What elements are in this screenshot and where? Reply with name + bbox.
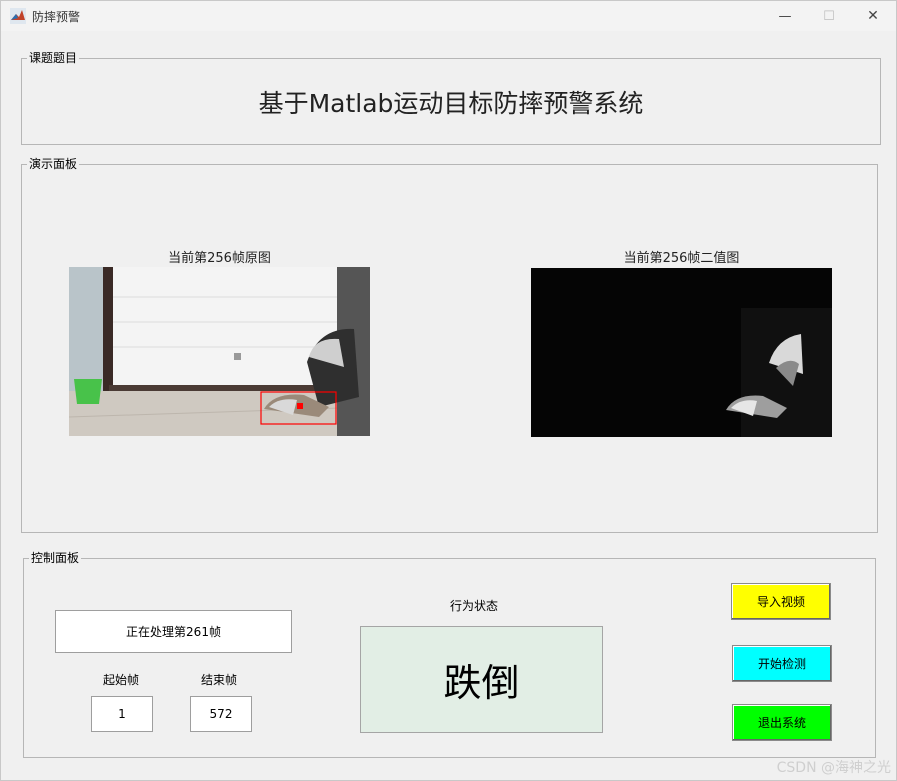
control-panel: 控制面板 正在处理第261帧 起始帧 1 结束帧 572 行为状态 跌倒 导入视… bbox=[23, 550, 876, 758]
title-bar: 防摔预警 — ☐ ✕ bbox=[1, 1, 896, 31]
control-panel-legend: 控制面板 bbox=[29, 550, 82, 566]
demo-panel-legend: 演示面板 bbox=[27, 156, 80, 172]
end-frame-label: 结束帧 bbox=[201, 673, 238, 687]
watermark: CSDN @海神之光 bbox=[776, 760, 891, 776]
original-image-caption: 当前第256帧原图 bbox=[168, 251, 271, 266]
end-frame-input[interactable]: 572 bbox=[190, 696, 252, 732]
maximize-icon[interactable]: ☐ bbox=[807, 1, 851, 31]
start-frame-input[interactable]: 1 bbox=[91, 696, 153, 732]
demo-panel: 演示面板 当前第256帧原图 当前第256帧二值图 bbox=[21, 156, 878, 533]
matlab-icon bbox=[10, 8, 26, 24]
original-frame-image bbox=[69, 267, 370, 436]
system-heading: 基于Matlab运动目标防摔预警系统 bbox=[258, 89, 644, 118]
minimize-icon[interactable]: — bbox=[763, 1, 807, 31]
start-detection-button[interactable]: 开始检测 bbox=[732, 645, 832, 682]
behavior-status-display: 跌倒 bbox=[360, 626, 603, 733]
window-title: 防摔预警 bbox=[32, 10, 81, 24]
binary-frame-image bbox=[531, 268, 832, 437]
close-icon[interactable]: ✕ bbox=[851, 1, 895, 31]
topic-panel-legend: 课题题目 bbox=[27, 50, 80, 66]
topic-panel: 课题题目 基于Matlab运动目标防摔预警系统 bbox=[21, 50, 881, 145]
import-video-button[interactable]: 导入视频 bbox=[731, 583, 831, 620]
app-window: 防摔预警 — ☐ ✕ 课题题目 基于Matlab运动目标防摔预警系统 演示面板 … bbox=[0, 0, 897, 781]
processing-frame-display: 正在处理第261帧 bbox=[55, 610, 292, 653]
binary-image-caption: 当前第256帧二值图 bbox=[623, 251, 740, 266]
exit-system-button[interactable]: 退出系统 bbox=[732, 704, 832, 741]
behavior-status-label: 行为状态 bbox=[450, 599, 499, 613]
start-frame-label: 起始帧 bbox=[103, 673, 140, 687]
